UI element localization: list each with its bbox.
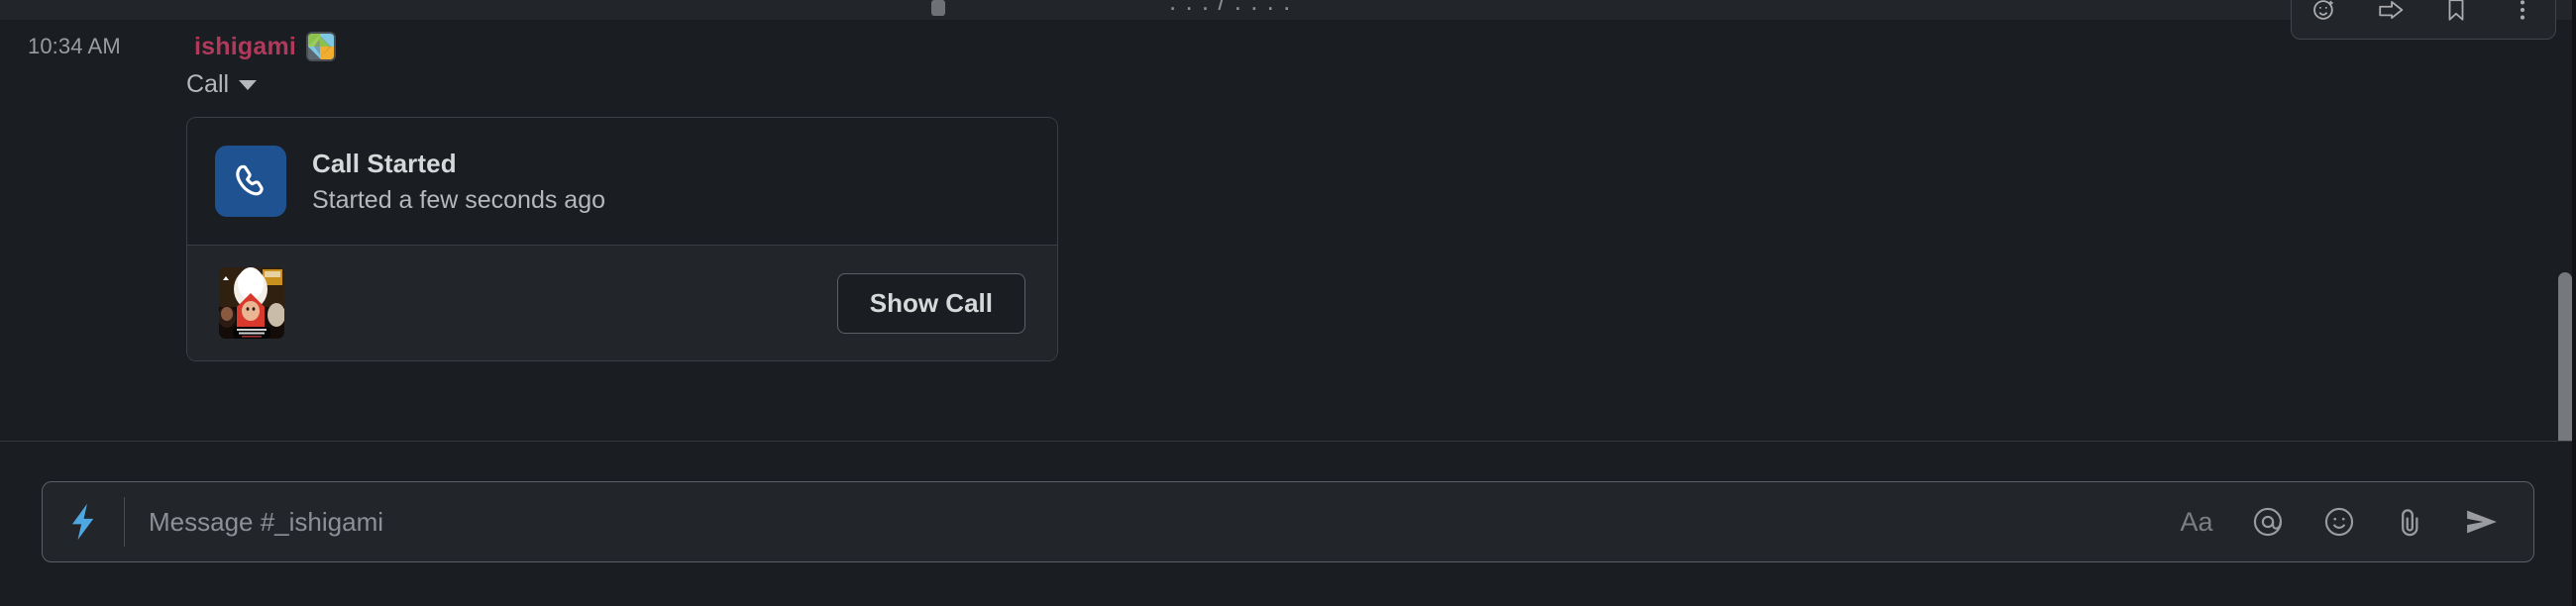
- call-card-footer: Show Call: [187, 245, 1057, 360]
- window-right-edge: [2572, 0, 2576, 606]
- message-header: 10:34 AM ishigami: [0, 32, 2576, 61]
- message-timestamp[interactable]: 10:34 AM: [28, 34, 147, 59]
- chevron-down-icon[interactable]: [239, 79, 258, 90]
- message-input[interactable]: [125, 506, 2175, 538]
- attachment-icon[interactable]: [2389, 500, 2432, 544]
- message-list-scrollbar[interactable]: [2558, 40, 2572, 460]
- clipped-text-fragment: . . . / . . . .: [1169, 0, 1292, 16]
- clipped-avatar-fragment: [931, 0, 945, 16]
- send-icon[interactable]: [2460, 500, 2504, 544]
- message-author-name[interactable]: ishigami: [194, 33, 296, 61]
- phone-icon: [215, 146, 286, 217]
- message-composer[interactable]: Aa: [42, 481, 2534, 562]
- message-body: Call: [0, 70, 2576, 99]
- message-list: 10:34 AM ishigami Call Call Started Star…: [0, 0, 2576, 460]
- call-card-header: Call Started Started a few seconds ago: [187, 118, 1057, 245]
- composer-actions: Aa: [2175, 500, 2533, 544]
- call-card: Call Started Started a few seconds ago S…: [186, 117, 1058, 361]
- lightning-bolt-icon[interactable]: [43, 482, 124, 561]
- mention-icon[interactable]: [2246, 500, 2290, 544]
- formatting-toggle[interactable]: Aa: [2175, 500, 2218, 544]
- show-call-button[interactable]: Show Call: [836, 272, 1025, 334]
- participant-thumbnail[interactable]: [219, 267, 284, 339]
- call-card-meta: Call Started Started a few seconds ago: [312, 149, 605, 215]
- emoji-icon[interactable]: [2317, 500, 2361, 544]
- custom-status-badge[interactable]: [306, 32, 337, 61]
- message-body-text: Call: [186, 70, 230, 98]
- call-card-title: Call Started: [312, 148, 457, 178]
- message-row[interactable]: 10:34 AM ishigami Call Call Started Star…: [0, 20, 2576, 361]
- scrollbar-thumb[interactable]: [2558, 272, 2572, 460]
- clipped-previous-message-row: . . . / . . . .: [0, 0, 2576, 20]
- composer-zone: Aa: [0, 442, 2576, 606]
- call-card-subtitle: Started a few seconds ago: [312, 185, 606, 214]
